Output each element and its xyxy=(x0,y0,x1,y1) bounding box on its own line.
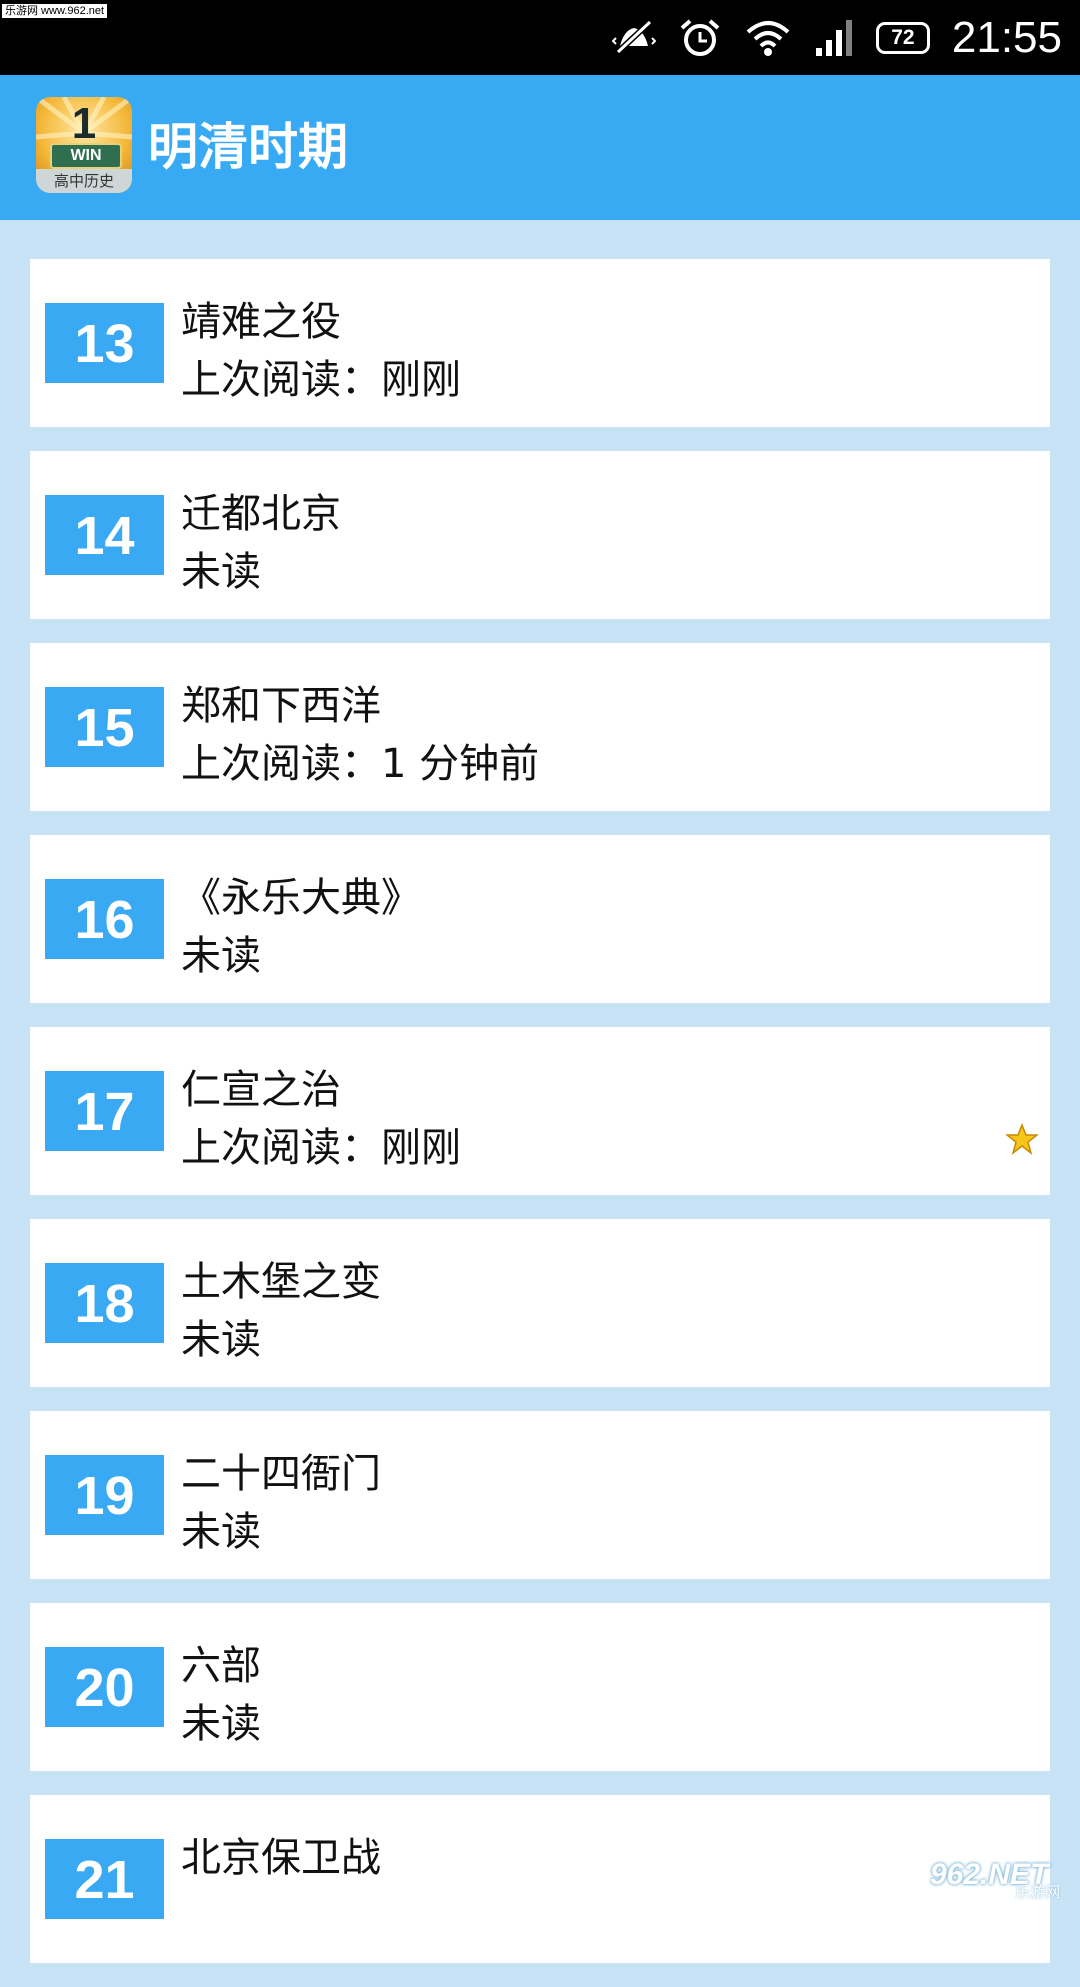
list-item[interactable]: 19 二十四衙门未读 xyxy=(30,1411,1050,1579)
chapter-number-badge: 15 xyxy=(45,687,164,767)
chapter-title: 六部 xyxy=(181,1643,261,1689)
watermark-text: 乐游网 www.962.net xyxy=(2,4,108,18)
wifi-icon xyxy=(744,18,792,58)
chapter-title: 仁宣之治 xyxy=(181,1067,341,1113)
chapter-read-status: 未读 xyxy=(181,1701,261,1747)
watermark-logo: 962.NET 乐游网 xyxy=(930,1858,1060,1902)
list-item[interactable]: 13 靖难之役上次阅读：刚刚 xyxy=(30,259,1050,427)
chapter-read-status: 未读 xyxy=(181,1317,261,1363)
chapter-title: 《永乐大典》 xyxy=(181,875,421,921)
chapter-number-badge: 13 xyxy=(45,303,164,383)
chapter-number-badge: 18 xyxy=(45,1263,164,1343)
chapter-number-badge: 19 xyxy=(45,1455,164,1535)
logo-subtitle: 高中历史 xyxy=(36,169,132,193)
chapter-read-status: 未读 xyxy=(181,933,261,979)
chapter-read-status: 上次阅读：1 分钟前 xyxy=(181,741,540,787)
page-title: 明清时期 xyxy=(148,118,348,176)
chapter-read-status: 未读 xyxy=(181,549,261,595)
clock: 21:55 xyxy=(951,12,1062,62)
chapter-number-badge: 16 xyxy=(45,879,164,959)
app-logo[interactable]: 1 WIN 高中历史 xyxy=(36,97,132,193)
status-bar: 乐游网 www.962.net 72 21:55 xyxy=(0,0,1080,75)
chapter-title: 二十四衙门 xyxy=(181,1451,381,1497)
watermark-sub: 乐游网 xyxy=(1014,1884,1060,1901)
chapter-number-badge: 21 xyxy=(45,1839,164,1919)
chapter-list: 13 靖难之役上次阅读：刚刚 14 迁都北京未读 15 郑和下西洋上次阅读：1 分钟前 16… xyxy=(30,259,1050,1987)
chapter-title: 郑和下西洋 xyxy=(181,683,381,729)
chapter-number-badge: 14 xyxy=(45,495,164,575)
chapter-number-badge: 17 xyxy=(45,1071,164,1151)
chapter-title: 土木堡之变 xyxy=(181,1259,381,1305)
chapter-number-badge: 20 xyxy=(45,1647,164,1727)
logo-badge: WIN xyxy=(50,143,122,169)
list-item[interactable]: 16 《永乐大典》 未读 xyxy=(30,835,1050,1003)
list-item[interactable]: 15 郑和下西洋上次阅读：1 分钟前 xyxy=(30,643,1050,811)
list-item[interactable]: 21 北京保卫战 xyxy=(30,1795,1050,1963)
list-item[interactable]: 17 仁宣之治上次阅读：刚刚 xyxy=(30,1027,1050,1195)
app-header: 1 WIN 高中历史 明清时期 xyxy=(0,75,1080,220)
chapter-read-status: 上次阅读：刚刚 xyxy=(181,1125,461,1171)
vibrate-off-icon xyxy=(611,16,656,60)
star-icon[interactable] xyxy=(1006,1123,1038,1155)
chapter-title: 迁都北京 xyxy=(181,491,341,537)
battery-icon: 72 xyxy=(875,21,930,54)
status-icons: 72 21:55 xyxy=(611,0,1062,75)
chapter-read-status: 上次阅读：刚刚 xyxy=(181,357,461,403)
list-item[interactable]: 18 土木堡之变未读 xyxy=(30,1219,1050,1387)
chapter-read-status: 未读 xyxy=(181,1509,261,1555)
chapter-title: 靖难之役 xyxy=(181,299,341,345)
list-item[interactable]: 14 迁都北京未读 xyxy=(30,451,1050,619)
list-item[interactable]: 20 六部未读 xyxy=(30,1603,1050,1771)
alarm-icon xyxy=(678,16,722,60)
signal-icon xyxy=(814,18,854,58)
chapter-title: 北京保卫战 xyxy=(181,1835,381,1881)
logo-number: 1 xyxy=(71,99,97,148)
